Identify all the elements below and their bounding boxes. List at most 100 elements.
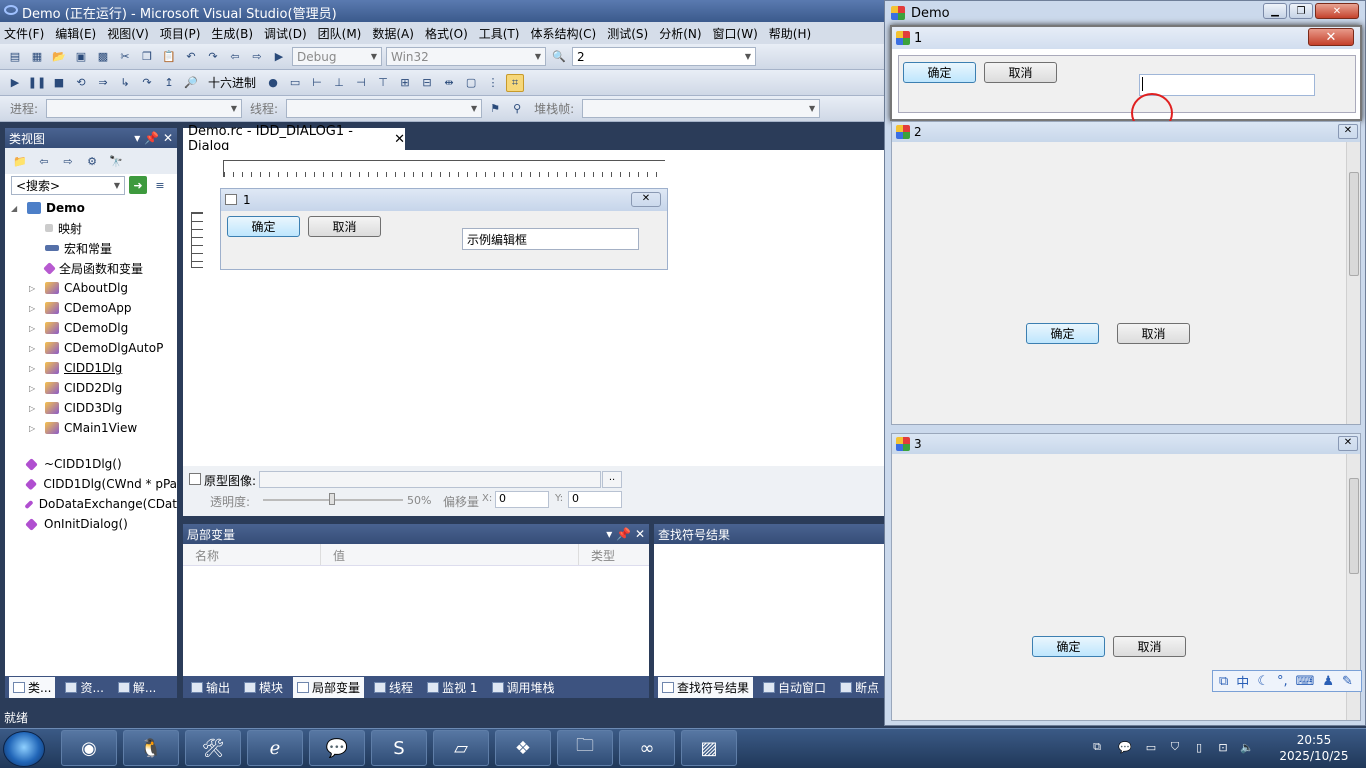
close-icon[interactable]: ✕ — [1315, 3, 1359, 19]
tray-wechat-icon[interactable]: 💬 — [1118, 740, 1132, 754]
close-icon[interactable]: ✕ — [635, 527, 645, 541]
close-icon[interactable]: ✕ — [1338, 124, 1358, 139]
step-over-icon[interactable]: ↷ — [138, 74, 156, 92]
copy-icon[interactable]: ❐ — [138, 48, 156, 66]
prototype-path-field[interactable] — [259, 471, 601, 488]
tab-find-symbol-results[interactable]: 查找符号结果 — [658, 676, 754, 698]
notes-icon[interactable]: ▱ — [433, 730, 489, 766]
dialog-preview[interactable]: 1 ✕ 确定 取消 示例编辑框 — [220, 188, 668, 270]
wechat-icon[interactable]: 💬 — [309, 730, 365, 766]
menu-team[interactable]: 团队(M) — [318, 25, 362, 42]
child-3-ok-button[interactable]: 确定 — [1032, 636, 1105, 657]
app-red-icon[interactable]: ❖ — [495, 730, 551, 766]
member-item[interactable]: ~CIDD1Dlg() — [5, 454, 177, 474]
continue-icon[interactable]: ▶ — [6, 74, 24, 92]
tab-output[interactable]: 输出 — [187, 677, 234, 698]
tab-class-view[interactable]: 类... — [9, 676, 56, 698]
align-center-icon[interactable]: ⊥ — [330, 74, 348, 92]
tree-item[interactable]: ▷ CIDD2Dlg — [5, 378, 177, 398]
keyboard-icon[interactable]: ⌨ — [1296, 674, 1315, 689]
pause-icon[interactable]: ❚❚ — [28, 74, 46, 92]
open-folder-icon[interactable]: 📂 — [50, 48, 68, 66]
tray-battery-icon[interactable]: ▯ — [1192, 740, 1206, 754]
chevron-down-icon[interactable]: ▾ — [134, 131, 140, 145]
column-type[interactable]: 类型 — [579, 544, 633, 565]
platform-combo[interactable]: Win32 ▼ — [386, 47, 546, 66]
chevron-down-icon[interactable]: ▾ — [606, 527, 612, 541]
add-item-icon[interactable]: ▦ — [28, 48, 46, 66]
undo-icon[interactable]: ↶ — [182, 48, 200, 66]
search-combo[interactable]: <搜索> ▼ — [11, 176, 125, 195]
chrome-icon[interactable]: ◉ — [61, 730, 117, 766]
stack-frame-combo[interactable]: ▼ — [582, 99, 821, 118]
tree-item[interactable]: 宏和常量 — [5, 238, 177, 258]
stop-icon[interactable]: ■ — [50, 74, 68, 92]
align-right-icon[interactable]: ⊣ — [352, 74, 370, 92]
menu-project[interactable]: 项目(P) — [160, 25, 201, 42]
menu-data[interactable]: 数据(A) — [372, 25, 414, 42]
start-button[interactable] — [3, 731, 45, 767]
make-same-size-icon[interactable]: ⊞ — [396, 74, 414, 92]
member-item[interactable]: DoDataExchange(CDat — [5, 494, 177, 514]
tab-demo-rc[interactable]: Demo.rc - IDD_DIALOG1 - Dialog ✕ — [183, 124, 405, 154]
punctuation-icon[interactable]: °, — [1277, 674, 1288, 689]
tray-volume-icon[interactable]: 🔈 — [1240, 740, 1254, 754]
menu-debug[interactable]: 调试(D) — [264, 25, 307, 42]
collapsed-triangle-icon[interactable]: ▷ — [29, 284, 39, 293]
menu-analyze[interactable]: 分析(N) — [659, 25, 701, 42]
menu-file[interactable]: 文件(F) — [4, 25, 44, 42]
collapsed-triangle-icon[interactable]: ▷ — [29, 344, 39, 353]
tree-item[interactable]: ▷ CDemoDlg — [5, 318, 177, 338]
child-window-1[interactable]: 1 ✕ 确定 取消 — [890, 25, 1362, 133]
flag-thread-icon[interactable]: ⚑ — [486, 100, 504, 118]
collapsed-triangle-icon[interactable]: ▷ — [29, 324, 39, 333]
scroll-thumb[interactable] — [1349, 478, 1359, 574]
step-out-icon[interactable]: ↥ — [160, 74, 178, 92]
search-input[interactable]: <搜索> — [16, 177, 60, 194]
system-clock[interactable]: 20:55 2025/10/25 — [1266, 732, 1362, 766]
tab-solution-explorer[interactable]: 解... — [114, 677, 160, 698]
redo-icon[interactable]: ↷ — [204, 48, 222, 66]
ime-mode[interactable]: 中 — [1236, 672, 1249, 691]
test-dialog-icon[interactable]: ▢ — [462, 74, 480, 92]
tree-item[interactable]: ▷ CAboutDlg — [5, 278, 177, 298]
member-item[interactable]: OnInitDialog() — [5, 514, 177, 534]
paste-icon[interactable]: 📋 — [160, 48, 178, 66]
tab-modules[interactable]: 模块 — [240, 677, 287, 698]
tray-folder-icon[interactable]: ▭ — [1144, 740, 1158, 754]
tab-watch1[interactable]: 监视 1 — [423, 677, 481, 698]
find-in-files-icon[interactable]: 🔍 — [550, 48, 568, 66]
collapsed-triangle-icon[interactable]: ▷ — [29, 304, 39, 313]
collapsed-triangle-icon[interactable]: ▷ — [29, 404, 39, 413]
tree-item[interactable]: ▷ CIDD1Dlg — [5, 358, 177, 378]
hex-toggle[interactable]: 十六进制 — [208, 74, 256, 91]
prototype-checkbox[interactable] — [189, 473, 201, 485]
space-across-icon[interactable]: ⇹ — [440, 74, 458, 92]
visual-studio-icon[interactable]: ∞ — [619, 730, 675, 766]
mfc-icon[interactable]: ▨ — [681, 730, 737, 766]
align-top-icon[interactable]: ⊤ — [374, 74, 392, 92]
offset-y-input[interactable]: 0 — [568, 491, 622, 508]
sample-edit-box[interactable]: 示例编辑框 — [462, 228, 639, 250]
menu-edit[interactable]: 编辑(E) — [55, 25, 96, 42]
clear-search-icon[interactable]: ≡ — [151, 176, 169, 194]
save-icon[interactable]: ▣ — [72, 48, 90, 66]
child-window-2[interactable]: 2 ✕ 确定 取消 — [891, 121, 1361, 425]
show-next-statement-icon[interactable]: ⇒ — [94, 74, 112, 92]
qq-icon[interactable]: 🐧 — [123, 730, 179, 766]
tree-item[interactable]: ▷ CDemoApp — [5, 298, 177, 318]
moon-icon[interactable]: ☾ — [1257, 674, 1269, 689]
tree-item[interactable]: ▷ CIDD3Dlg — [5, 398, 177, 418]
close-tab-icon[interactable]: ✕ — [394, 132, 405, 147]
ime-logo-icon[interactable]: ⧉ — [1219, 674, 1228, 689]
center-vertical-icon[interactable]: ⊟ — [418, 74, 436, 92]
explorer-folder-icon[interactable]: 🗀 — [557, 730, 613, 766]
new-folder-icon[interactable]: 📁 — [11, 152, 29, 170]
user-icon[interactable]: ♟ — [1322, 674, 1334, 689]
search-go-icon[interactable]: ➜ — [129, 176, 147, 194]
menu-architecture[interactable]: 体系结构(C) — [530, 25, 596, 42]
filter-icon[interactable]: ⚲ — [508, 100, 526, 118]
menu-test[interactable]: 测试(S) — [607, 25, 648, 42]
process-combo[interactable]: ▼ — [46, 99, 243, 118]
child-2-ok-button[interactable]: 确定 — [1026, 323, 1099, 344]
